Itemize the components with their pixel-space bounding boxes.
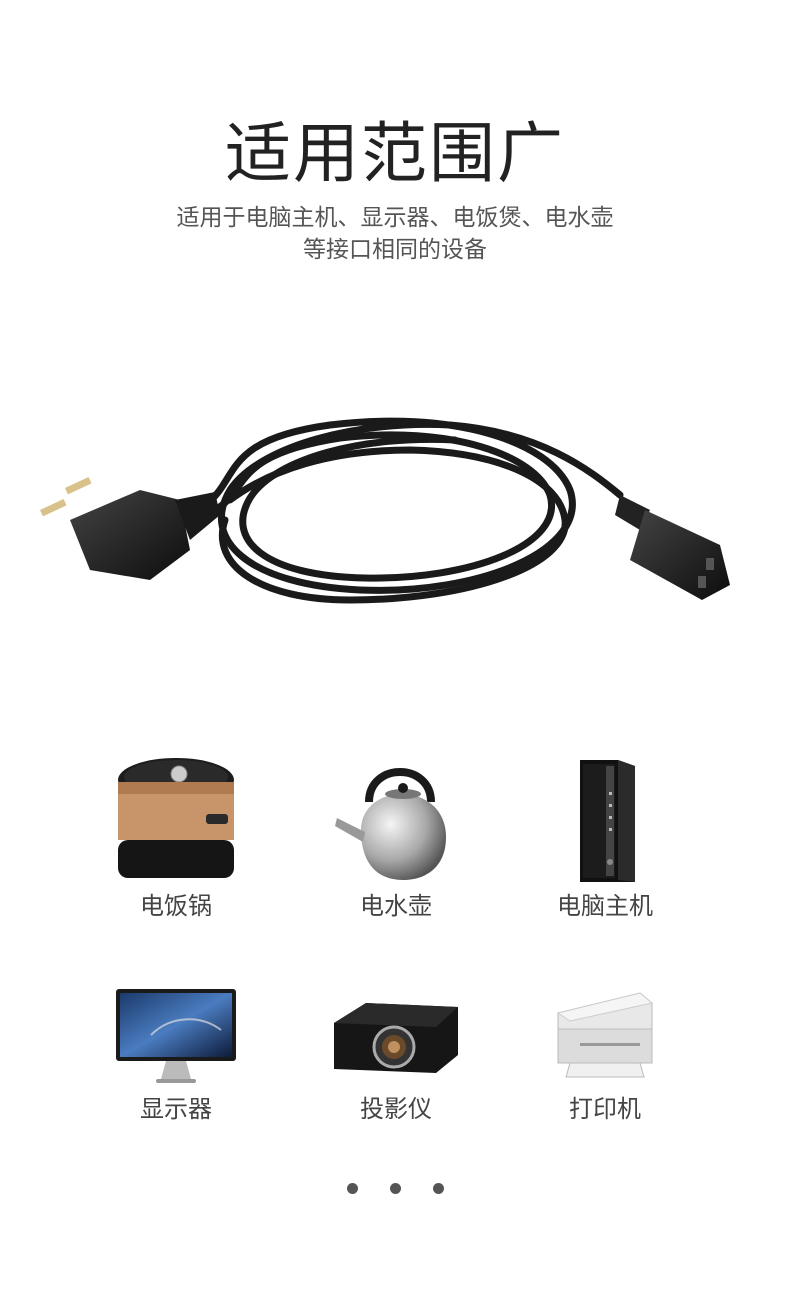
iec-connector-icon [615, 495, 730, 600]
device-label: 电饭锅 [140, 892, 212, 920]
device-item-projector: 投影仪 [296, 985, 496, 1124]
device-item-printer: 打印机 [505, 985, 705, 1124]
device-item-rice-cooker: 电饭锅 [76, 752, 276, 921]
device-item-computer: 电脑主机 [505, 752, 705, 921]
power-cable-image [40, 417, 730, 604]
device-label: 投影仪 [360, 1095, 432, 1123]
computer-tower-icon [580, 760, 635, 882]
pagination-dot[interactable] [432, 1183, 444, 1194]
printer-icon [556, 992, 654, 1078]
plug-icon [40, 477, 220, 580]
page-title: 适用范围广 [225, 115, 565, 192]
subtitle-line-1: 适用于电脑主机、显示器、电饭煲、电水壶 [176, 205, 614, 231]
monitor-icon [116, 989, 236, 1083]
pagination-dot[interactable] [389, 1183, 401, 1194]
device-item-monitor: 显示器 [76, 985, 276, 1124]
kettle-icon [335, 768, 446, 880]
device-label: 电水壶 [360, 892, 432, 920]
device-item-kettle: 电水壶 [296, 752, 496, 921]
device-label: 显示器 [140, 1095, 212, 1123]
device-label: 电脑主机 [557, 892, 653, 920]
rice-cooker-icon [118, 758, 234, 878]
subtitle: 适用于电脑主机、显示器、电饭煲、电水壶 等接口相同的设备 [0, 202, 790, 266]
subtitle-line-2: 等接口相同的设备 [303, 237, 487, 263]
device-label: 打印机 [569, 1095, 641, 1123]
pagination-dots [0, 1183, 790, 1194]
projector-icon [334, 1003, 458, 1073]
pagination-dot[interactable] [346, 1183, 358, 1194]
